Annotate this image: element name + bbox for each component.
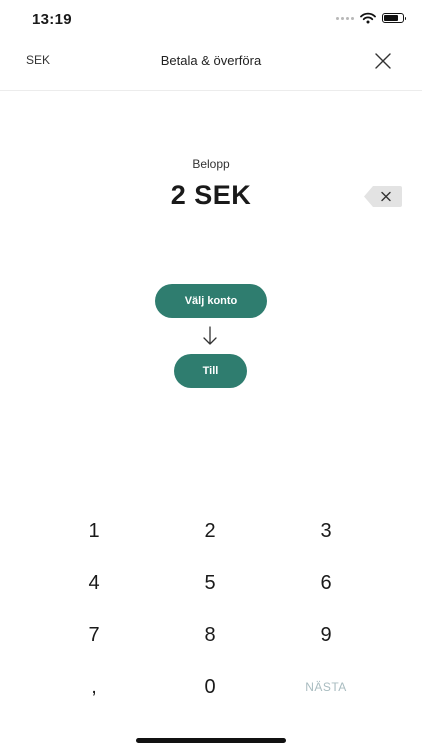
wifi-icon [360, 12, 376, 24]
page-title: Betala & överföra [160, 53, 262, 68]
to-account-button[interactable]: Till [174, 354, 247, 388]
top-bar: SEK Betala & överföra [0, 40, 422, 91]
key-3[interactable]: 3 [286, 511, 366, 551]
key-7[interactable]: 7 [54, 615, 134, 655]
key-5[interactable]: 5 [170, 563, 250, 603]
key-0[interactable]: 0 [170, 667, 250, 707]
arrow-down-icon [203, 326, 217, 345]
backspace-button[interactable] [364, 186, 402, 207]
key-decimal[interactable]: , [54, 667, 134, 707]
status-icons [336, 12, 406, 24]
backspace-icon [364, 186, 402, 207]
key-6[interactable]: 6 [286, 563, 366, 603]
key-1[interactable]: 1 [54, 511, 134, 551]
status-bar: 13:19 [0, 0, 422, 40]
signal-icon [336, 16, 354, 20]
amount-label: Belopp [192, 157, 230, 171]
key-9[interactable]: 9 [286, 615, 366, 655]
battery-icon [382, 13, 406, 23]
next-button[interactable]: NÄSTA [286, 667, 366, 707]
key-4[interactable]: 4 [54, 563, 134, 603]
amount-value: 2 SEK [170, 180, 252, 210]
close-button[interactable] [372, 50, 394, 72]
from-account-button[interactable]: Välj konto [155, 284, 267, 318]
key-8[interactable]: 8 [170, 615, 250, 655]
close-icon [375, 53, 391, 69]
status-time: 13:19 [32, 11, 72, 28]
key-2[interactable]: 2 [170, 511, 250, 551]
home-indicator [136, 738, 286, 743]
